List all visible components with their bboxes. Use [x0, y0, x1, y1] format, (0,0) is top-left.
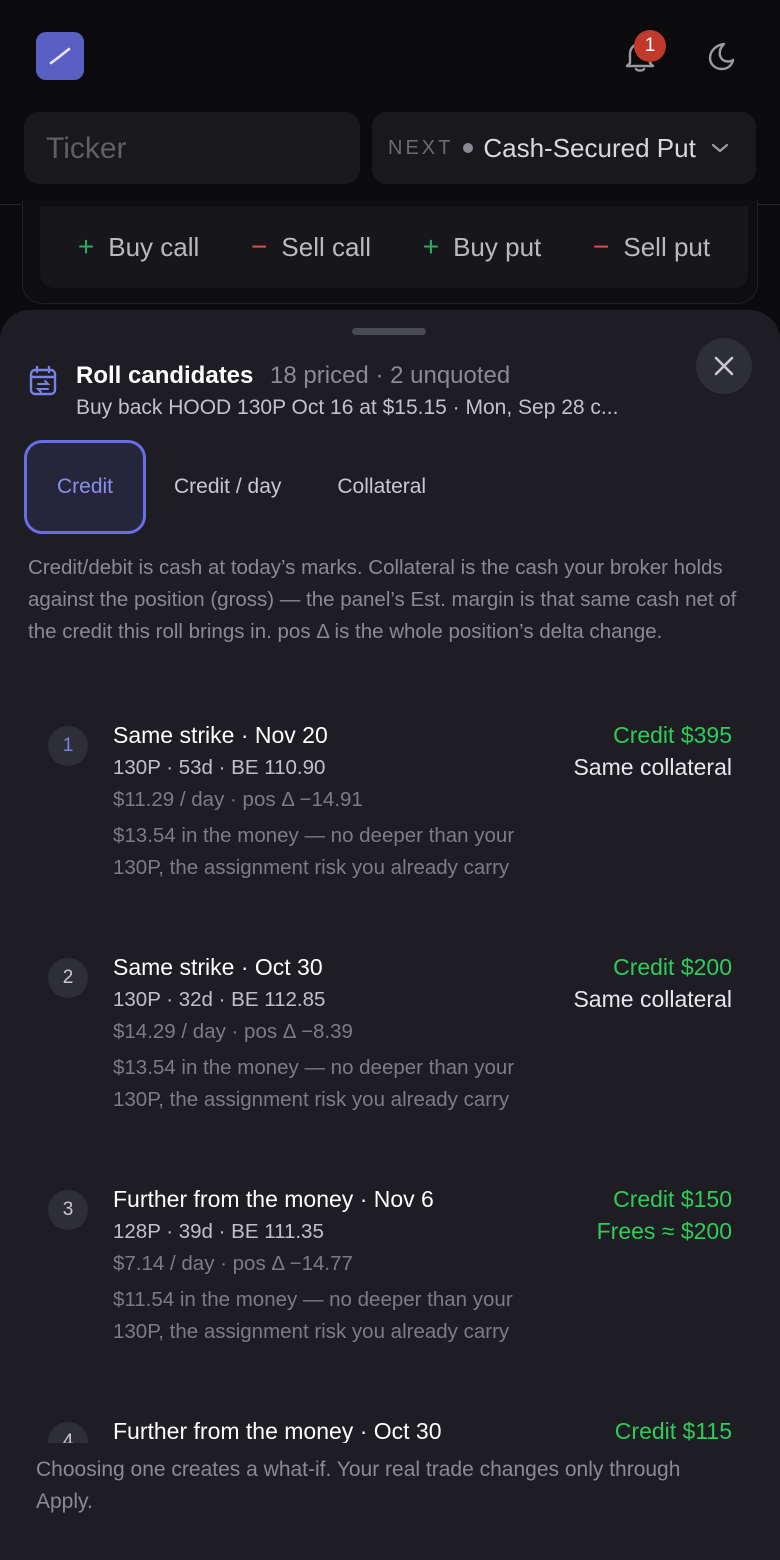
candidate-title: Same strike · Nov 20: [113, 722, 328, 748]
candidate-detail: 130P · 53d · BE 110.90: [113, 756, 326, 779]
plus-icon: +: [77, 231, 95, 262]
minus-icon: −: [251, 231, 268, 262]
sheet-title: Roll candidates 18 priced · 2 unquoted: [76, 362, 510, 390]
sheet-grabber[interactable]: [352, 328, 426, 335]
explanation-text: Credit/debit is cash at today’s marks. C…: [28, 556, 737, 643]
candidate-rank: 2: [48, 958, 88, 998]
close-button[interactable]: [696, 338, 752, 394]
leg-label: Sell put: [623, 231, 711, 262]
notification-badge: 1: [634, 30, 666, 62]
strategy-select[interactable]: NEXT Cash-Secured Put: [372, 112, 756, 184]
app-logo[interactable]: [36, 32, 84, 80]
candidate-credit: Credit $395: [613, 722, 732, 748]
candidate-collateral: Frees ≈ $200: [596, 1218, 732, 1244]
candidate-detail: 128P · 39d · BE 111.35: [113, 1220, 324, 1243]
next-label: NEXT: [388, 136, 454, 159]
buy-call-button[interactable]: + Buy call: [78, 231, 199, 263]
sell-call-button[interactable]: − Sell call: [251, 231, 371, 263]
candidate-rate: $7.14 / day · pos Δ −14.77: [113, 1252, 353, 1275]
sheet-subtitle: Buy back HOOD 130P Oct 16 at $15.15 · Mo…: [76, 396, 619, 419]
legs-bar: + Buy call − Sell call + Buy put − Sell …: [40, 206, 748, 288]
candidate-rank: 4: [48, 1422, 88, 1443]
leg-label: Buy put: [453, 231, 542, 262]
minus-icon: −: [593, 231, 610, 262]
sheet-meta: 18 priced · 2 unquoted: [270, 362, 511, 389]
tab-credit[interactable]: Credit: [24, 440, 146, 534]
candidate-title: Further from the money · Nov 6: [113, 1186, 434, 1212]
candidate-note: $13.54 in the money — no deeper than you…: [113, 824, 515, 879]
candidate-rank: 1: [48, 726, 88, 766]
candidate-title: Same strike · Oct 30: [113, 954, 323, 980]
footer-note: Choosing one creates a what-if. Your rea…: [36, 1458, 681, 1513]
roll-candidates-sheet: Roll candidates 18 priced · 2 unquoted B…: [0, 310, 780, 1560]
buy-put-button[interactable]: + Buy put: [423, 231, 542, 263]
calendar-roll-icon: [29, 365, 57, 396]
ticker-input[interactable]: Ticker: [24, 112, 360, 184]
candidate-rate: $14.29 / day · pos Δ −8.39: [113, 1020, 353, 1043]
leg-label: Sell call: [281, 231, 371, 262]
sheet-title-text: Roll candidates: [76, 362, 254, 389]
candidate-collateral: Same collateral: [573, 754, 732, 780]
candidate-note: $11.54 in the money — no deeper than you…: [113, 1288, 513, 1343]
strategy-value: Cash-Secured Put: [483, 132, 696, 163]
status-dot: [463, 143, 474, 153]
leg-label: Buy call: [108, 231, 200, 262]
tab-collateral[interactable]: Collateral: [309, 440, 454, 534]
moon-icon[interactable]: [704, 40, 736, 72]
candidate-list: 1 Same strike · Nov 20 130P · 53d · BE 1…: [0, 710, 780, 1443]
chart-check-icon: [49, 47, 71, 65]
plus-icon: +: [422, 231, 440, 262]
sell-put-button[interactable]: − Sell put: [593, 231, 710, 263]
candidate-credit: Credit $115: [614, 1418, 732, 1443]
tab-credit-per-day[interactable]: Credit / day: [146, 440, 309, 534]
candidate-detail: 130P · 32d · BE 112.85: [113, 988, 326, 1011]
candidate-credit: Credit $150: [613, 1186, 732, 1212]
candidate-credit: Credit $200: [613, 954, 732, 980]
candidate-rank: 3: [48, 1190, 88, 1230]
candidate-note: $13.54 in the money — no deeper than you…: [113, 1056, 515, 1111]
candidate-title: Further from the money · Oct 30: [113, 1418, 442, 1443]
candidate-collateral: Same collateral: [573, 986, 732, 1012]
chevron-down-icon: [711, 143, 728, 153]
candidate-rate: $11.29 / day · pos Δ −14.91: [113, 788, 363, 811]
sort-tabs: Credit Credit / day Collateral: [24, 440, 454, 534]
close-icon: [714, 356, 734, 376]
